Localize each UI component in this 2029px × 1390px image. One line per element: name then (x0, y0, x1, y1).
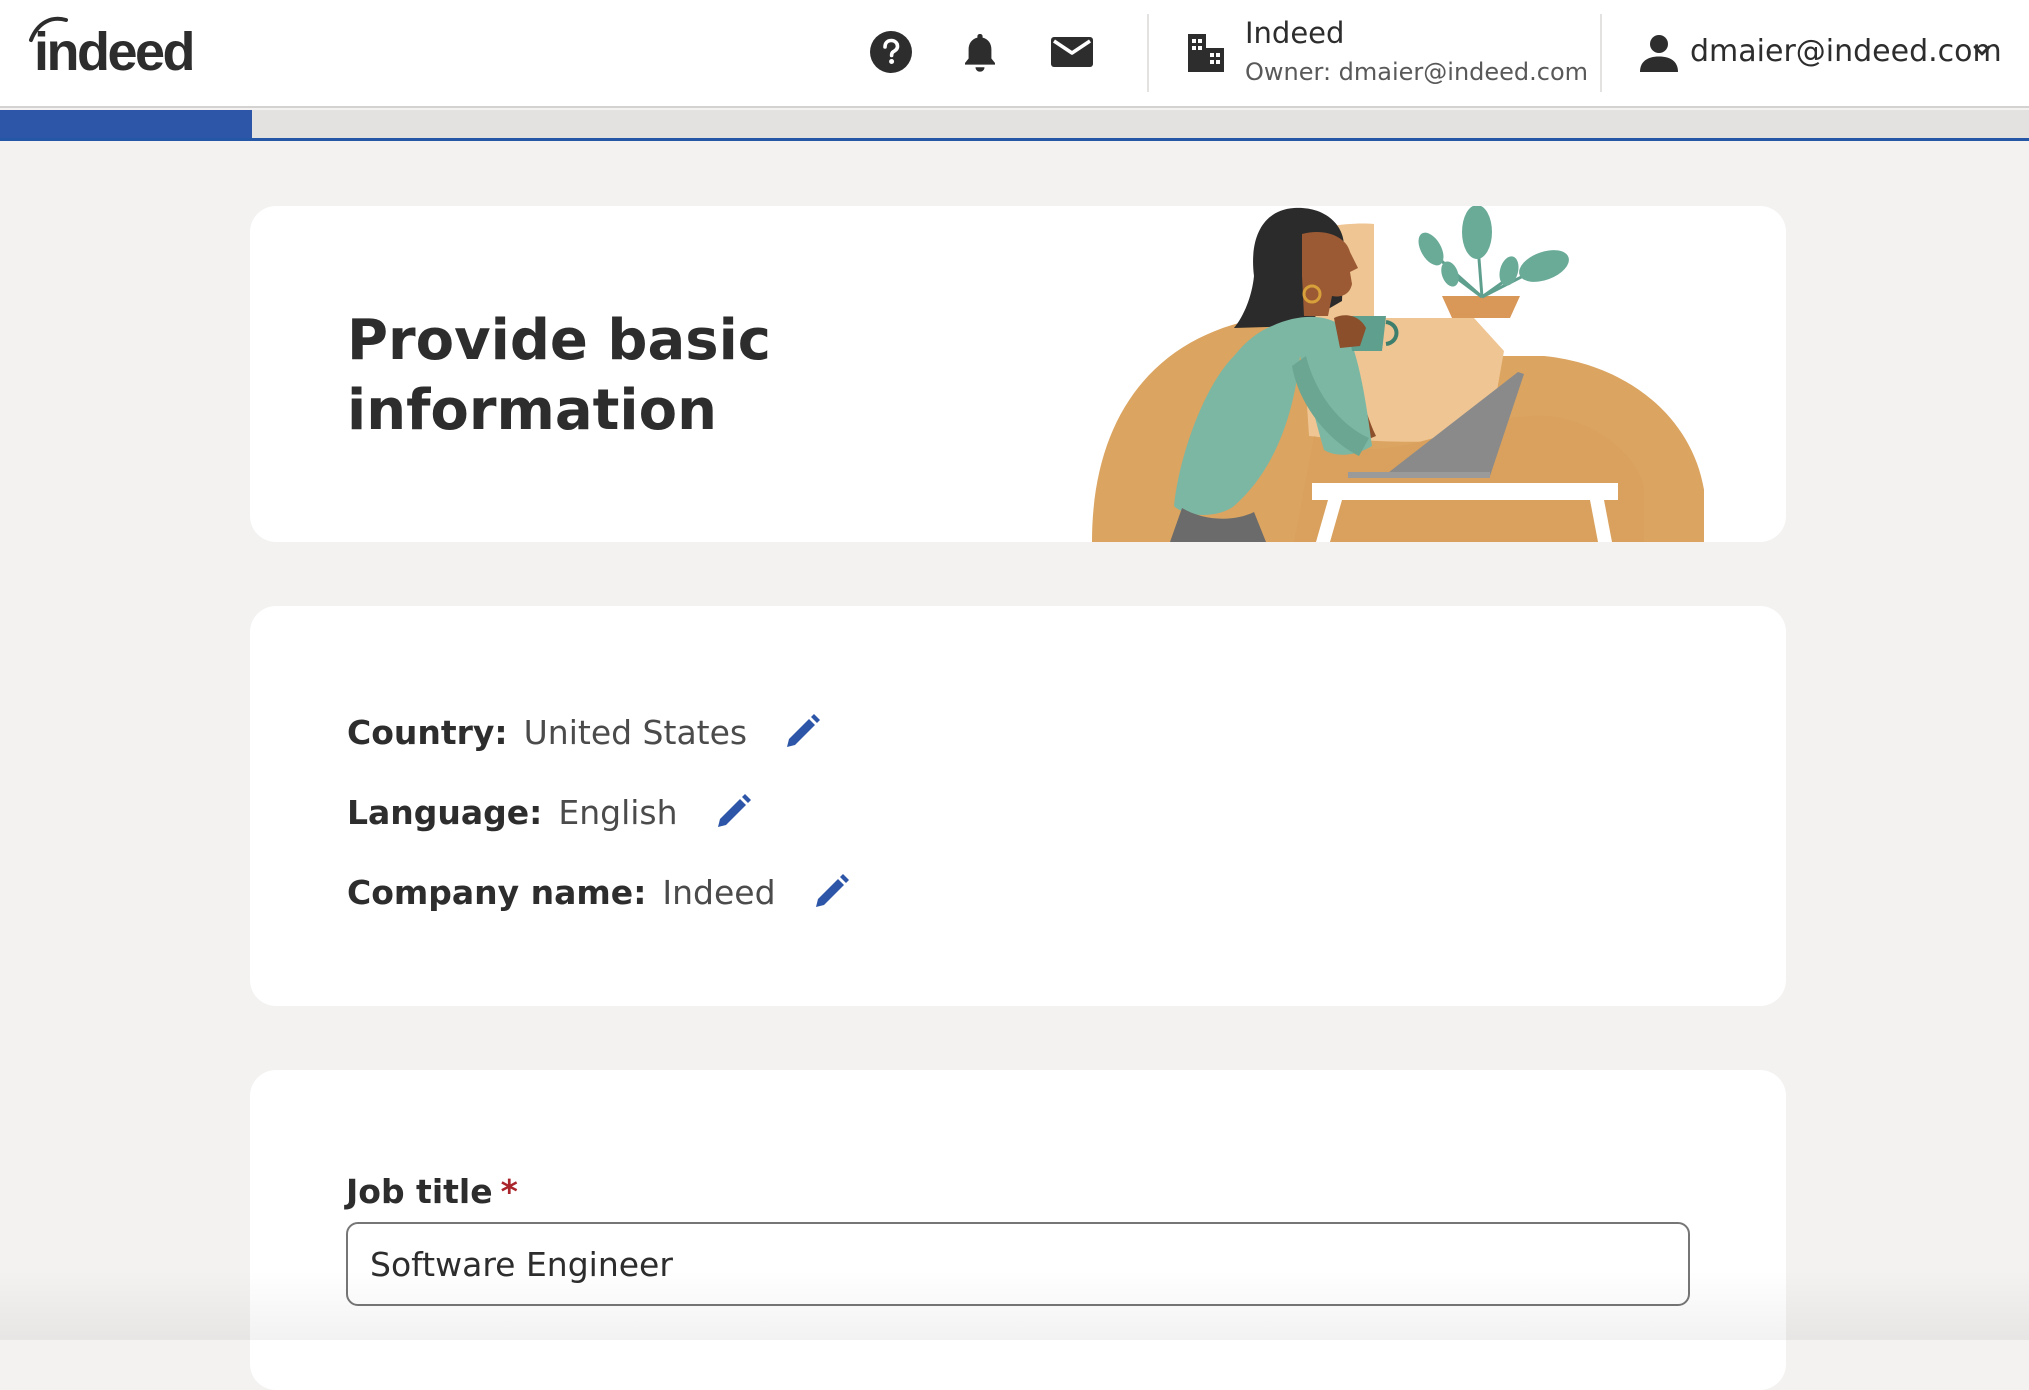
bell-icon[interactable] (958, 30, 1002, 74)
basic-info-card: Country: United States Language: English… (250, 606, 1786, 1006)
job-title-input[interactable] (346, 1222, 1690, 1306)
page-title-line2: information (347, 378, 717, 443)
company-name-label: Company name: (347, 872, 647, 912)
language-value: English (558, 792, 678, 832)
page-title-line1: Provide basic (347, 308, 771, 373)
header-divider (1600, 14, 1602, 92)
language-label: Language: (347, 792, 543, 832)
job-title-label-text: Job title (346, 1172, 493, 1211)
progress-bar (0, 110, 2029, 141)
user-email[interactable]: dmaier@indeed.com (1690, 34, 2002, 69)
edit-company-name-button[interactable] (810, 871, 852, 913)
help-icon[interactable] (869, 30, 913, 74)
required-asterisk: * (500, 1172, 518, 1211)
chevron-down-icon[interactable] (1972, 44, 1992, 58)
company-name-value: Indeed (662, 872, 776, 912)
top-header: indeed Indeed Owner: dmaier@indeed.com d… (0, 0, 2029, 108)
country-row: Country: United States (347, 707, 823, 757)
company-name-row: Company name: Indeed (347, 867, 852, 917)
edit-country-button[interactable] (781, 711, 823, 753)
user-icon[interactable] (1638, 32, 1680, 74)
job-title-label: Job title * (346, 1172, 518, 1211)
header-divider (1147, 14, 1149, 92)
pencil-icon (717, 794, 751, 827)
company-name[interactable]: Indeed (1245, 16, 1344, 50)
language-row: Language: English (347, 787, 754, 837)
woman-with-laptop-illustration (1092, 206, 1704, 542)
country-value: United States (523, 712, 748, 752)
country-label: Country: (347, 712, 508, 752)
logo-text: indeed (34, 22, 196, 82)
indeed-logo[interactable]: indeed (28, 16, 196, 82)
page-title: Provide basic information (347, 306, 947, 446)
building-icon (1188, 34, 1224, 72)
hero-card: Provide basic information (250, 206, 1786, 542)
pencil-icon (787, 714, 821, 747)
mail-icon[interactable] (1049, 30, 1095, 74)
company-owner: Owner: dmaier@indeed.com (1245, 58, 1589, 86)
edit-language-button[interactable] (712, 791, 754, 833)
progress-bar-fill (0, 110, 252, 138)
job-title-card: Job title * (250, 1070, 1786, 1390)
pencil-icon (815, 874, 849, 907)
